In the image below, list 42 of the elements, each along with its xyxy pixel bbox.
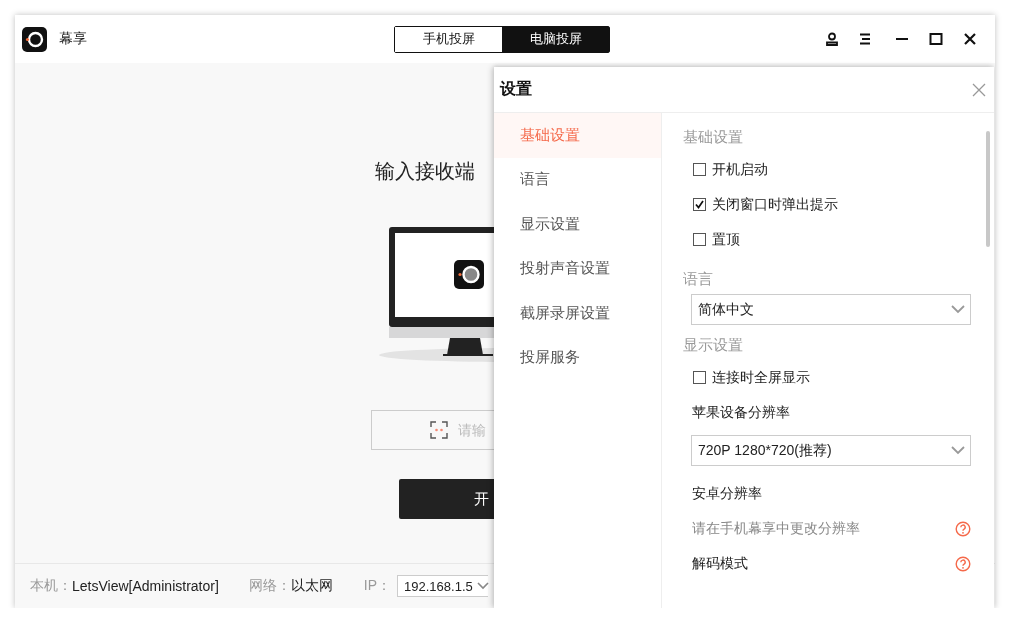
scrollbar[interactable]	[986, 131, 990, 247]
setting-label: 解码模式	[692, 554, 748, 573]
maximize-icon[interactable]	[929, 32, 943, 46]
code-field[interactable]: 请输	[458, 422, 494, 438]
checkbox-label: 置顶	[712, 230, 740, 249]
section-heading: 基础设置	[683, 127, 744, 147]
close-icon	[972, 82, 986, 97]
checkbox[interactable]	[693, 198, 706, 211]
close-button[interactable]	[972, 82, 986, 97]
ip-select[interactable]: 192.168.1.5	[397, 575, 489, 597]
chevron-icon	[951, 305, 965, 314]
checkbox[interactable]	[693, 371, 706, 384]
section-heading: 语言	[683, 269, 714, 289]
check-icon	[695, 200, 704, 209]
start-button[interactable]: 开	[399, 479, 494, 519]
checkbox[interactable]	[693, 233, 706, 246]
dialog-title: 设置	[500, 79, 532, 99]
chevron-icon	[476, 582, 489, 590]
checkbox-label: 连接时全屏显示	[712, 368, 810, 387]
heading: 输入接收端	[375, 159, 476, 183]
user-icon[interactable]	[825, 32, 839, 46]
network-type: 以太网	[290, 577, 333, 595]
app-name: 幕享	[59, 30, 87, 48]
menu-icon[interactable]	[858, 32, 872, 46]
section-heading: 显示设置	[683, 335, 744, 355]
scan-icon	[430, 421, 448, 439]
app-logo-icon	[22, 26, 47, 52]
checkbox-label: 开机启动	[712, 160, 768, 179]
checkbox-label: 关闭窗口时弹出提示	[712, 195, 838, 214]
chevron-icon	[951, 446, 965, 455]
checkbox[interactable]	[693, 163, 706, 176]
device-label: 本机：	[30, 577, 72, 595]
device-name: LetsView[Administrator]	[72, 578, 219, 594]
network-label: 网络：	[248, 577, 291, 595]
mode-tab[interactable]: 电脑投屏	[502, 26, 609, 52]
dropdown[interactable]: 720P 1280*720(推荐)	[691, 435, 971, 466]
setting-label: 安卓分辨率	[692, 484, 762, 503]
hint-text: 请在手机幕享中更改分辨率	[692, 519, 860, 538]
ip-label: IP：	[363, 577, 392, 595]
close-icon[interactable]	[963, 32, 977, 46]
dropdown[interactable]: 简体中文	[691, 294, 971, 325]
setting-label: 苹果设备分辨率	[692, 403, 790, 422]
